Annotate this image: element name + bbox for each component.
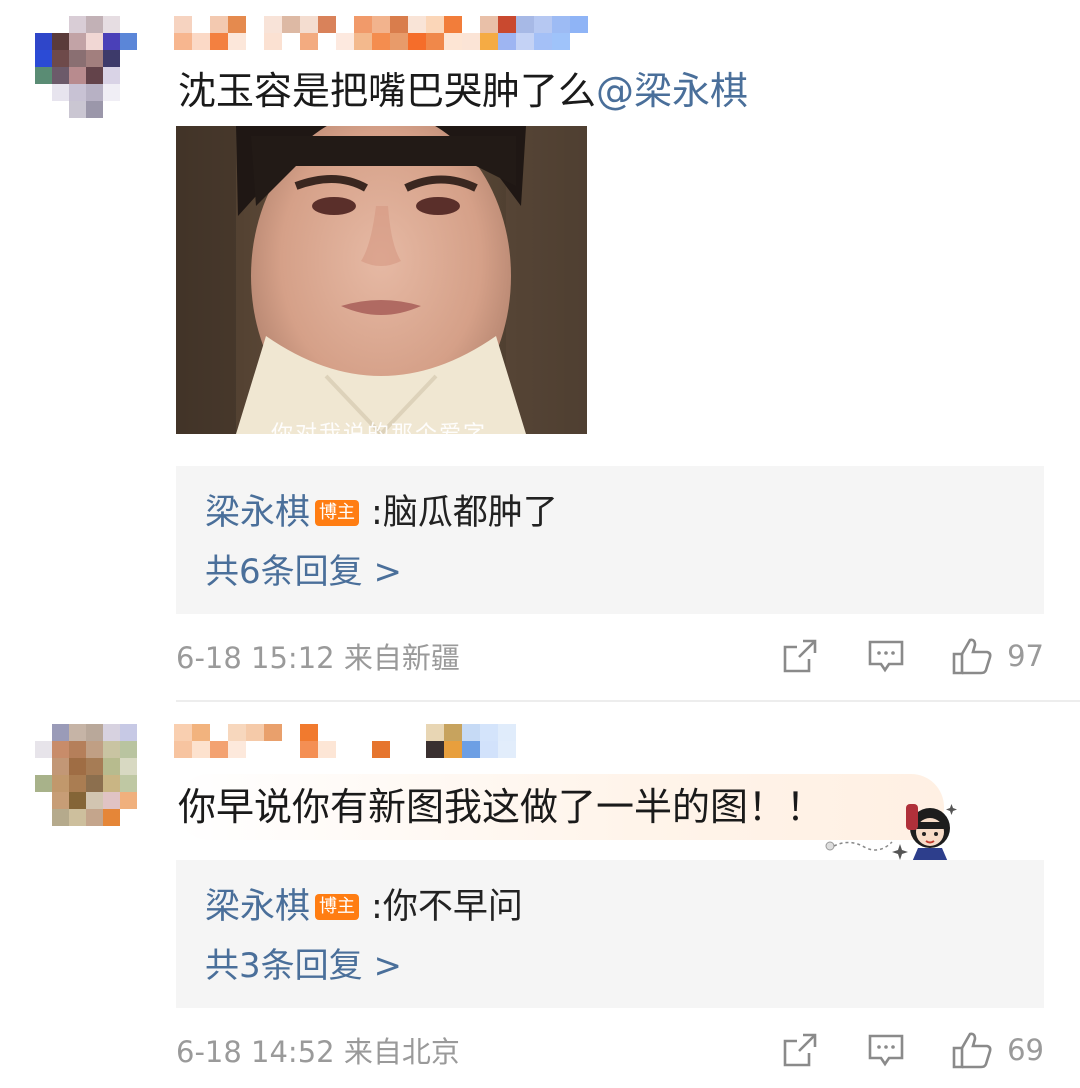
reply-preview[interactable]: 梁永棋 博主:你不早问 共3条回复 > <box>176 860 1044 1008</box>
share-icon <box>783 1033 817 1067</box>
comment-icon <box>868 640 904 673</box>
comment-body: 沈玉容是把嘴巴哭肿了么 <box>178 69 597 113</box>
author-badge: 博主 <box>315 500 360 526</box>
cartoon-girl-sticker-icon <box>825 804 957 862</box>
comment-text: 沈玉容是把嘴巴哭肿了么@梁永棋 <box>178 66 748 116</box>
like-count: 69 <box>1007 1033 1044 1067</box>
comment-body: 你早说你有新图我这做了一半的图！！ <box>178 785 825 829</box>
mention-link[interactable]: @梁永棋 <box>596 69 748 113</box>
comment-item: 沈玉容是把嘴巴哭肿了么@梁永棋 梁永棋 博主:脑瓜都肿了 共6条回复 > 6-… <box>0 0 1080 700</box>
reply-preview[interactable]: 梁永棋 博主:脑瓜都肿了 共6条回复 > <box>176 466 1044 614</box>
reply-line: 梁永棋 博主:你不早问 <box>205 882 523 932</box>
reply-author[interactable]: 梁永棋 <box>205 493 310 533</box>
comment-image[interactable]: 你对我说的那个爱字 <box>176 126 587 434</box>
comment-item: 你早说你有新图我这做了一半的图！！ 梁永棋 博主:你不早问 共3条回复 > 6-1… <box>0 702 1080 1088</box>
comment-meta: 6-18 15:12 来自新疆 <box>176 641 460 675</box>
reply-line: 梁永棋 博主:脑瓜都肿了 <box>205 488 558 538</box>
comment-button[interactable] <box>867 637 905 675</box>
comment-actions: 69 <box>741 1030 1044 1070</box>
like-button[interactable]: 69 <box>951 1030 1044 1070</box>
image-subtitle: 你对我说的那个爱字 <box>271 416 487 434</box>
avatar[interactable] <box>35 724 137 826</box>
username-redacted[interactable] <box>174 16 606 50</box>
comment-meta: 6-18 14:52 来自北京 <box>176 1035 460 1069</box>
reply-author[interactable]: 梁永棋 <box>205 887 310 927</box>
reply-text: 脑瓜都肿了 <box>382 493 558 533</box>
portrait-photo <box>176 126 587 434</box>
view-replies-link[interactable]: 共6条回复 > <box>205 548 402 596</box>
username-redacted[interactable] <box>174 724 554 758</box>
share-icon <box>783 639 817 673</box>
reply-colon: : <box>371 493 383 533</box>
view-replies-link[interactable]: 共3条回复 > <box>205 942 402 990</box>
reply-text: 你不早问 <box>382 887 523 927</box>
reply-colon: : <box>371 887 383 927</box>
avatar[interactable] <box>35 16 137 118</box>
share-button[interactable] <box>781 1031 819 1069</box>
comment-button[interactable] <box>867 1031 905 1069</box>
comment-icon <box>868 1034 904 1067</box>
author-badge: 博主 <box>315 894 360 920</box>
thumbs-up-icon <box>952 638 992 675</box>
comment-actions: 97 <box>741 636 1044 676</box>
share-button[interactable] <box>781 637 819 675</box>
comment-text: 你早说你有新图我这做了一半的图！！ <box>178 782 824 832</box>
thumbs-up-icon <box>952 1032 992 1069</box>
like-button[interactable]: 97 <box>951 636 1044 676</box>
like-count: 97 <box>1007 639 1044 673</box>
